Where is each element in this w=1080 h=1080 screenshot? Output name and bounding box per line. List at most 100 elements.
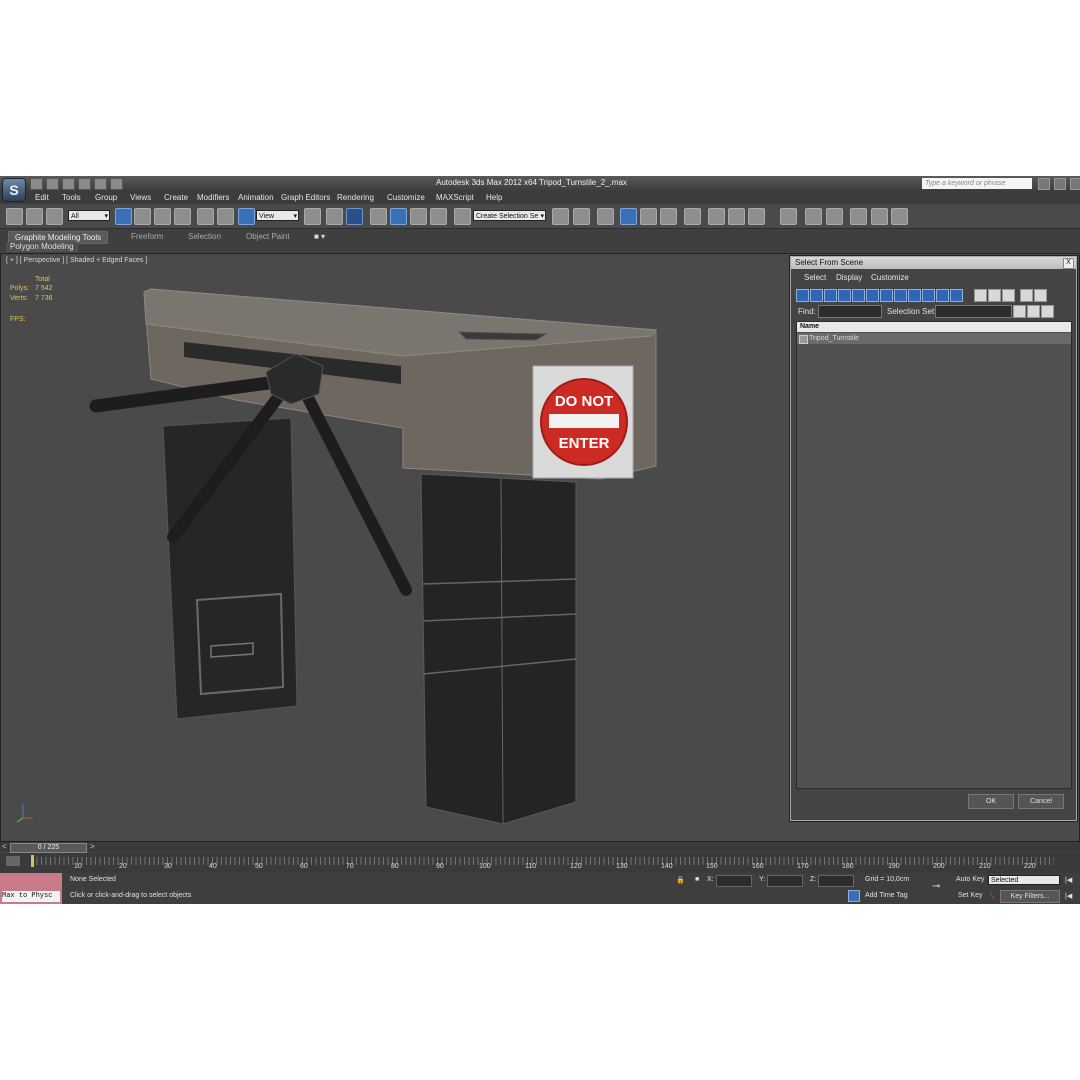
cancel-button[interactable]: Cancel	[1018, 794, 1064, 809]
filter-shapes-icon[interactable]	[810, 289, 823, 302]
x-coordinate-field[interactable]	[716, 875, 752, 887]
lock-selection-icon[interactable]: 🔒	[676, 876, 685, 884]
menu-graph-editors[interactable]: Graph Editors	[281, 193, 330, 202]
add-time-tag[interactable]: Add Time Tag	[865, 892, 908, 899]
selection-set-remove-icon[interactable]	[1041, 305, 1054, 318]
menu-animation[interactable]: Animation	[238, 193, 274, 202]
track-bar[interactable]: 10 20 30 40 50 60 70 80 90 100 110 120 1…	[0, 853, 1080, 873]
dialog-title[interactable]: Select From Scene	[791, 257, 1076, 269]
edit-named-selection-icon[interactable]	[454, 208, 471, 225]
filter-space-warps-icon[interactable]	[866, 289, 879, 302]
select-none-icon[interactable]	[988, 289, 1001, 302]
selection-set-add-icon[interactable]	[1027, 305, 1040, 318]
bind-space-warp-icon[interactable]	[46, 208, 63, 225]
selection-filter-dropdown[interactable]: All	[68, 210, 110, 222]
dialog-close-icon[interactable]: X	[1063, 258, 1074, 269]
curve-editor-icon[interactable]	[640, 208, 657, 225]
rendered-frame-icon[interactable]	[728, 208, 745, 225]
percent-snap-icon[interactable]	[410, 208, 427, 225]
menu-modifiers[interactable]: Modifiers	[197, 193, 229, 202]
redo-icon[interactable]	[94, 178, 107, 190]
mini-curve-editor-icon[interactable]	[6, 856, 20, 866]
extra-tool-2-icon[interactable]	[805, 208, 822, 225]
render-setup-icon[interactable]	[708, 208, 725, 225]
time-tag-icon[interactable]	[848, 890, 860, 902]
spinner-snap-icon[interactable]	[430, 208, 447, 225]
filter-frozen-icon[interactable]	[936, 289, 949, 302]
time-slider[interactable]: 0 / 225	[10, 843, 87, 853]
z-coordinate-field[interactable]	[818, 875, 854, 887]
binoculars-icon[interactable]	[1038, 178, 1050, 190]
layer-manager-icon[interactable]	[597, 208, 614, 225]
filter-groups-icon[interactable]	[880, 289, 893, 302]
filter-funnel-icon[interactable]	[1020, 289, 1033, 302]
dialog-menu-customize[interactable]: Customize	[871, 273, 909, 282]
menu-rendering[interactable]: Rendering	[337, 193, 374, 202]
extra-tool-6-icon[interactable]	[891, 208, 908, 225]
scale-icon[interactable]	[238, 208, 255, 225]
filter-hidden-icon[interactable]	[950, 289, 963, 302]
tab-selection[interactable]: Selection	[188, 231, 221, 242]
rotate-icon[interactable]	[217, 208, 234, 225]
unlink-icon[interactable]	[26, 208, 43, 225]
ok-button[interactable]: OK	[968, 794, 1014, 809]
extra-tool-1-icon[interactable]	[780, 208, 797, 225]
menu-tools[interactable]: Tools	[62, 193, 81, 202]
select-object-icon[interactable]	[115, 208, 132, 225]
time-forward-icon[interactable]: >	[90, 842, 95, 851]
dialog-menu-select[interactable]: Select	[804, 273, 826, 282]
key-filters-button[interactable]: Key Filters...	[1000, 890, 1060, 903]
tab-freeform[interactable]: Freeform	[131, 231, 163, 242]
extra-tool-4-icon[interactable]	[850, 208, 867, 225]
filter-helpers-icon[interactable]	[852, 289, 865, 302]
help-search-input[interactable]: Type a keyword or phrase	[922, 178, 1032, 189]
menu-views[interactable]: Views	[130, 193, 151, 202]
keyboard-shortcut-override-icon[interactable]	[346, 208, 363, 225]
filter-cameras-icon[interactable]	[838, 289, 851, 302]
filter-options-icon[interactable]	[1034, 289, 1047, 302]
extra-tool-5-icon[interactable]	[871, 208, 888, 225]
angle-snap-icon[interactable]	[390, 208, 407, 225]
tab-object-paint[interactable]: Object Paint	[246, 231, 290, 242]
snaps-toggle-icon[interactable]	[370, 208, 387, 225]
application-button-icon[interactable]: S	[2, 178, 26, 202]
named-selection-dropdown[interactable]: Create Selection Se	[473, 210, 546, 222]
filter-xrefs-icon[interactable]	[894, 289, 907, 302]
ribbon-options-icon[interactable]: ■ ▾	[314, 231, 325, 242]
maxscript-listener-text[interactable]: Max to Physc	[2, 891, 60, 902]
prev-frame-icon[interactable]: |◀	[1065, 892, 1072, 900]
window-crossing-icon[interactable]	[174, 208, 191, 225]
key-mode-dropdown[interactable]: Selected	[988, 875, 1060, 885]
list-item[interactable]: Tripod_Turnstile	[797, 333, 1071, 344]
selection-set-dropdown[interactable]	[935, 305, 1012, 318]
save-file-icon[interactable]	[62, 178, 75, 190]
project-folder-icon[interactable]	[110, 178, 123, 190]
menu-create[interactable]: Create	[164, 193, 188, 202]
select-manipulate-icon[interactable]	[326, 208, 343, 225]
menu-maxscript[interactable]: MAXScript	[436, 193, 474, 202]
reference-coordinate-dropdown[interactable]: View	[256, 210, 299, 222]
render-production-icon[interactable]	[748, 208, 765, 225]
star-icon[interactable]	[1054, 178, 1066, 190]
find-input[interactable]	[818, 305, 882, 318]
schematic-view-icon[interactable]	[660, 208, 677, 225]
filter-geometry-icon[interactable]	[796, 289, 809, 302]
extra-tool-3-icon[interactable]	[826, 208, 843, 225]
menu-customize[interactable]: Customize	[387, 193, 425, 202]
move-icon[interactable]	[197, 208, 214, 225]
maxscript-mini-listener[interactable]: Max to Physc	[0, 873, 62, 904]
pivot-center-icon[interactable]	[304, 208, 321, 225]
menu-edit[interactable]: Edit	[35, 193, 49, 202]
absolute-mode-icon[interactable]: ■	[695, 876, 699, 883]
dialog-menu-display[interactable]: Display	[836, 273, 862, 282]
ribbon-polygon-modeling[interactable]: Polygon Modeling	[6, 242, 78, 252]
mirror-icon[interactable]	[552, 208, 569, 225]
open-file-icon[interactable]	[46, 178, 59, 190]
filter-bones-icon[interactable]	[908, 289, 921, 302]
set-key-icon[interactable]: ⊸	[932, 881, 940, 892]
rectangular-selection-icon[interactable]	[154, 208, 171, 225]
set-key-button[interactable]: Set Key	[958, 892, 983, 899]
undo-icon[interactable]	[78, 178, 91, 190]
new-file-icon[interactable]	[30, 178, 43, 190]
auto-key-button[interactable]: Auto Key	[956, 876, 984, 883]
